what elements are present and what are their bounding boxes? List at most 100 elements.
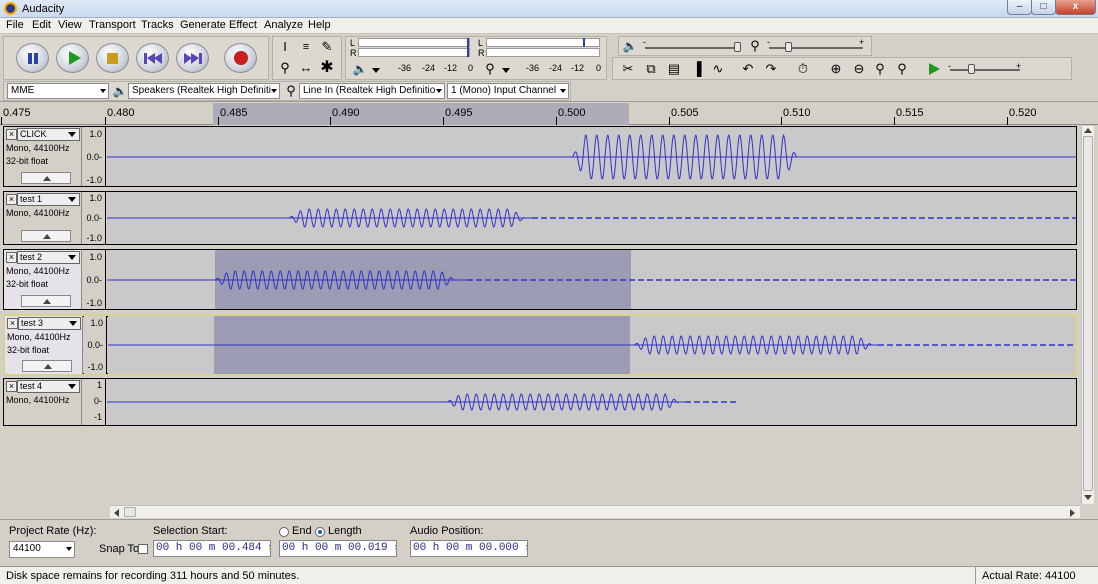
- track-control-panel[interactable]: × test 1 Mono, 44100Hz: [4, 192, 82, 244]
- audio-position-field[interactable]: 00 h 00 m 00.000 s: [410, 540, 528, 557]
- menu-help[interactable]: Help: [308, 19, 331, 31]
- end-radio[interactable]: [279, 527, 289, 537]
- track-close-button[interactable]: ×: [6, 252, 17, 263]
- copy-icon[interactable]: ⧉: [642, 60, 660, 78]
- input-volume-slider[interactable]: [785, 42, 792, 52]
- length-radio[interactable]: [315, 527, 325, 537]
- track-vertical-ruler[interactable]: 1.0 0.0- -1.0: [83, 250, 106, 309]
- waveform-area[interactable]: [108, 316, 1075, 374]
- trim-icon[interactable]: ▐: [688, 60, 706, 78]
- vertical-scrollbar[interactable]: [1081, 126, 1094, 504]
- zoom-tool-icon[interactable]: ⚲: [276, 59, 294, 77]
- menu-view[interactable]: View: [58, 19, 82, 31]
- menu-effect[interactable]: Effect: [229, 19, 257, 31]
- track-close-button[interactable]: ×: [6, 194, 17, 205]
- output-device-select[interactable]: Speakers (Realtek High Definiti: [128, 83, 280, 99]
- vertical-scroll-thumb[interactable]: [1083, 136, 1093, 491]
- project-rate-select[interactable]: 44100: [9, 541, 75, 558]
- playback-meter-left[interactable]: [358, 38, 470, 47]
- menu-transport[interactable]: Transport: [89, 19, 136, 31]
- horizontal-scrollbar[interactable]: [110, 505, 1080, 518]
- track-name-menu[interactable]: test 4: [17, 380, 80, 393]
- silence-icon[interactable]: ∿: [709, 60, 727, 78]
- track-control-panel[interactable]: × CLICK Mono, 44100Hz 32-bit float: [4, 127, 82, 186]
- output-volume-track[interactable]: [645, 47, 739, 49]
- selection-tool-icon[interactable]: I: [276, 38, 294, 56]
- fit-project-icon[interactable]: ⚲: [893, 60, 911, 78]
- zoom-out-icon[interactable]: ⊖: [850, 60, 868, 78]
- speed-track[interactable]: [950, 69, 1020, 71]
- multi-tool-icon[interactable]: ✱: [318, 59, 336, 77]
- input-device-select[interactable]: Line In (Realtek High Definitio: [299, 83, 445, 99]
- snap-to-checkbox[interactable]: [138, 544, 148, 554]
- track-collapse-button[interactable]: [21, 295, 71, 307]
- waveform-area[interactable]: [107, 250, 1076, 309]
- skip-to-end-button[interactable]: [176, 43, 209, 73]
- track-vertical-ruler[interactable]: 1.0 0.0- -1.0: [83, 127, 106, 186]
- track-control-panel[interactable]: × test 2 Mono, 44100Hz 32-bit float: [4, 250, 82, 309]
- zoom-in-icon[interactable]: ⊕: [827, 60, 845, 78]
- track-control-panel[interactable]: × test 3 Mono, 44100Hz 32-bit float: [5, 316, 83, 374]
- skip-to-start-button[interactable]: [136, 43, 169, 73]
- fit-selection-icon[interactable]: ⚲: [871, 60, 889, 78]
- speaker-meter-icon[interactable]: 🔈: [351, 60, 369, 78]
- cut-icon[interactable]: ✂: [619, 60, 637, 78]
- track-vertical-ruler[interactable]: 1 0- -1: [83, 379, 106, 425]
- track-test-3[interactable]: × test 3 Mono, 44100Hz 32-bit float 1.0 …: [3, 314, 1077, 376]
- play-speed-slider[interactable]: [968, 64, 975, 74]
- track-collapse-button[interactable]: [21, 172, 71, 184]
- record-meter-dropdown-icon[interactable]: [502, 68, 510, 73]
- draw-tool-icon[interactable]: ✎: [318, 38, 336, 56]
- track-close-button[interactable]: ×: [6, 381, 17, 392]
- track-name-menu[interactable]: CLICK: [17, 128, 80, 141]
- scroll-left-icon[interactable]: [114, 509, 119, 517]
- input-volume-track[interactable]: [769, 47, 863, 49]
- time-shift-tool-icon[interactable]: ↔: [297, 59, 315, 77]
- pause-button[interactable]: [16, 43, 49, 73]
- track-name-menu[interactable]: test 1: [17, 193, 80, 206]
- play-button[interactable]: [56, 43, 89, 73]
- undo-icon[interactable]: ↶: [739, 60, 757, 78]
- playback-meter-dropdown-icon[interactable]: [372, 68, 380, 73]
- stop-button[interactable]: [96, 43, 129, 73]
- menu-analyze[interactable]: Analyze: [264, 19, 303, 31]
- play-at-speed-icon[interactable]: [929, 63, 940, 75]
- horizontal-scroll-thumb[interactable]: [124, 507, 136, 517]
- waveform-area[interactable]: [107, 379, 1076, 425]
- track-close-button[interactable]: ×: [7, 318, 18, 329]
- timeline-ruler[interactable]: 0.475 0.480 0.485 0.490 0.495 0.500 0.50…: [0, 103, 1098, 125]
- menu-tracks[interactable]: Tracks: [141, 19, 174, 31]
- track-test-1[interactable]: × test 1 Mono, 44100Hz 1.0 0.0- -1.0: [3, 191, 1077, 245]
- envelope-tool-icon[interactable]: ≡: [297, 38, 315, 56]
- track-vertical-ruler[interactable]: 1.0 0.0- -1.0: [84, 316, 107, 374]
- paste-icon[interactable]: ▤: [665, 60, 683, 78]
- record-meter-right[interactable]: [486, 48, 600, 57]
- output-volume-slider[interactable]: [734, 42, 741, 52]
- scroll-right-icon[interactable]: [1070, 509, 1075, 517]
- playback-meter-right[interactable]: [358, 48, 470, 57]
- track-test-4[interactable]: × test 4 Mono, 44100Hz 1 0- -1: [3, 378, 1077, 426]
- waveform-area[interactable]: [107, 192, 1076, 244]
- track-name-menu[interactable]: test 2: [17, 251, 80, 264]
- redo-icon[interactable]: ↷: [762, 60, 780, 78]
- record-button[interactable]: [224, 43, 257, 73]
- minimize-button[interactable]: –: [1007, 0, 1032, 15]
- track-name-menu[interactable]: test 3: [18, 317, 81, 330]
- close-button[interactable]: x: [1055, 0, 1096, 15]
- track-vertical-ruler[interactable]: 1.0 0.0- -1.0: [83, 192, 106, 244]
- waveform-area[interactable]: [107, 127, 1076, 186]
- menu-generate[interactable]: Generate: [180, 19, 226, 31]
- selection-length-field[interactable]: 00 h 00 m 00.019 s: [279, 540, 397, 557]
- maximize-button[interactable]: □: [1031, 0, 1056, 15]
- track-test-2[interactable]: × test 2 Mono, 44100Hz 32-bit float 1.0 …: [3, 249, 1077, 310]
- sync-lock-icon[interactable]: ⏱: [794, 60, 812, 78]
- scroll-down-icon[interactable]: [1084, 495, 1092, 500]
- track-collapse-button[interactable]: [22, 360, 72, 372]
- track-control-panel[interactable]: × test 4 Mono, 44100Hz: [4, 379, 82, 425]
- track-close-button[interactable]: ×: [6, 129, 17, 140]
- selection-start-field[interactable]: 00 h 00 m 00.484 s: [153, 540, 271, 557]
- menu-file[interactable]: File: [6, 19, 24, 31]
- audio-host-select[interactable]: MME: [7, 83, 109, 99]
- menu-edit[interactable]: Edit: [32, 19, 51, 31]
- input-channels-select[interactable]: 1 (Mono) Input Channel: [447, 83, 569, 99]
